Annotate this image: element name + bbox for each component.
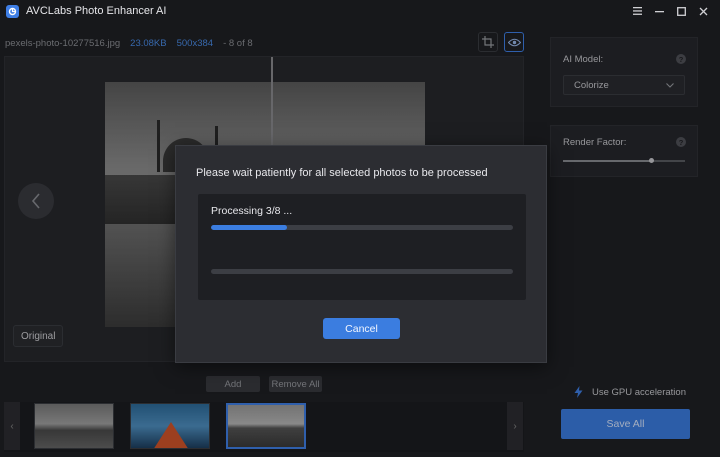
menu-icon[interactable] [626,0,648,22]
maximize-icon[interactable] [670,0,692,22]
processing-dialog: Please wait patiently for all selected p… [175,145,547,363]
cancel-button[interactable]: Cancel [323,318,400,339]
title-bar: AVCLabs Photo Enhancer AI [0,0,720,22]
app-logo-icon [6,4,19,18]
minimize-icon[interactable] [648,0,670,22]
close-icon[interactable] [692,0,714,22]
current-progress-fill [211,225,287,230]
current-progress-bar [211,225,513,230]
progress-panel: Processing 3/8 ... [198,194,526,300]
progress-status: Processing 3/8 ... [211,205,293,217]
overall-progress-bar [211,269,513,274]
app-title: AVCLabs Photo Enhancer AI [26,5,167,17]
dialog-title: Please wait patiently for all selected p… [196,167,488,179]
